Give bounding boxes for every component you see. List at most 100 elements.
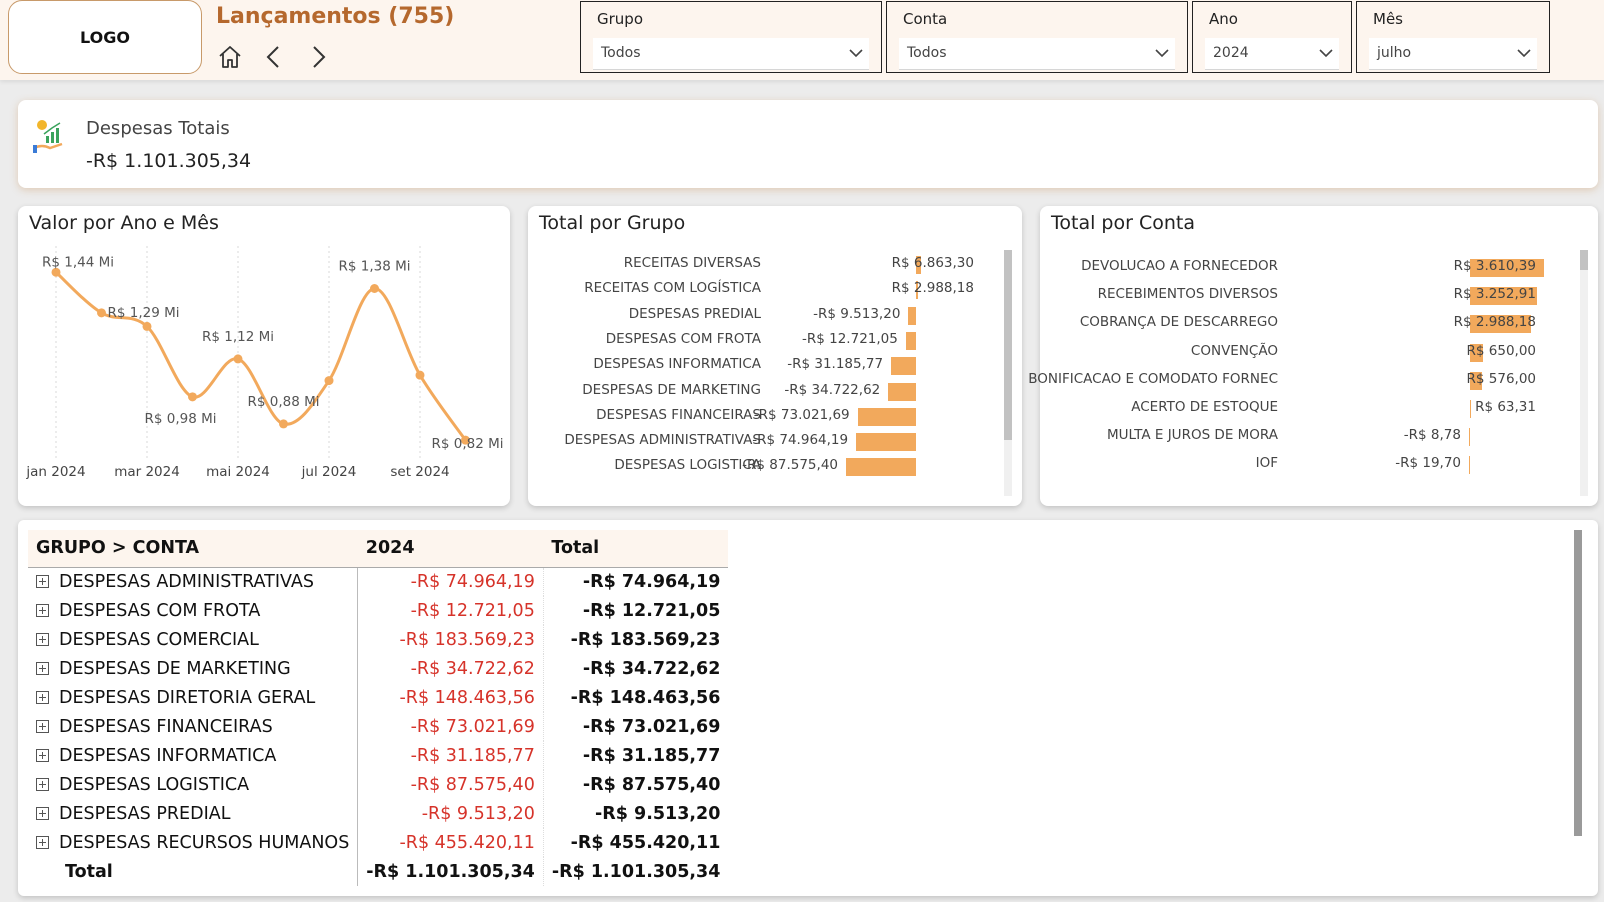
- expand-icon[interactable]: [36, 719, 49, 733]
- bar[interactable]: [1469, 428, 1470, 447]
- home-button[interactable]: [215, 42, 245, 72]
- data-point[interactable]: [279, 419, 288, 429]
- slicer-conta: Conta Todos: [886, 1, 1188, 73]
- table-row[interactable]: DESPESAS ADMINISTRATIVAS -R$ 74.964,19 -R$…: [28, 567, 729, 596]
- expand-icon[interactable]: [36, 748, 49, 762]
- row-name-cell: DESPESAS INFORMATICA: [28, 741, 358, 770]
- bar[interactable]: [1469, 456, 1470, 475]
- bar-value-label: R$ 3.610,39: [1453, 258, 1536, 274]
- expand-icon[interactable]: [36, 603, 49, 617]
- data-point[interactable]: [142, 321, 152, 331]
- bar-category-label: MULTA E JUROS DE MORA: [1106, 427, 1278, 444]
- data-point[interactable]: [233, 354, 243, 364]
- table-row[interactable]: DESPESAS DIRETORIA GERAL -R$ 148.463,56 -R…: [28, 683, 729, 712]
- row-total-value: -R$ 74.964,19: [542, 567, 729, 596]
- bar-category-label: DESPESAS FINANCEIRAS: [596, 406, 761, 423]
- bar[interactable]: [846, 458, 916, 477]
- bar-category-label: RECEBIMENTOS DIVERSOS: [1097, 286, 1278, 303]
- bar[interactable]: [908, 306, 916, 325]
- row-name-cell: DESPESAS DE MARKETING: [28, 654, 358, 683]
- table-row[interactable]: DESPESAS FINANCEIRAS -R$ 73.021,69 -R$ 73.…: [28, 712, 729, 741]
- x-tick-label: set 2024: [390, 464, 449, 480]
- data-point[interactable]: [188, 392, 197, 402]
- data-point[interactable]: [415, 370, 425, 380]
- column-header-2024[interactable]: 2024: [357, 530, 544, 568]
- row-2024-value: -R$ 74.964,19: [357, 567, 544, 596]
- forward-button[interactable]: [303, 42, 333, 72]
- row-2024-value: -R$ 183.569,23: [357, 625, 544, 654]
- bar-value-label: R$ 6.863,30: [891, 255, 974, 271]
- table-row[interactable]: DESPESAS DE MARKETING -R$ 34.722,62 -R$ 34…: [28, 654, 729, 683]
- conta-dropdown[interactable]: Todos: [899, 38, 1175, 70]
- data-label: R$ 1,38 Mi: [338, 259, 410, 275]
- scrollbar[interactable]: [1004, 250, 1012, 496]
- bar-value-label: R$ 2.988,18: [1453, 314, 1536, 331]
- bar[interactable]: [888, 382, 916, 401]
- bar[interactable]: [856, 433, 916, 452]
- bar-value-label: -R$ 31.185,77: [787, 356, 884, 373]
- grupo-dropdown[interactable]: Todos: [593, 38, 869, 70]
- bar-value-label: -R$ 87.575,40: [742, 457, 838, 474]
- data-point[interactable]: [324, 376, 334, 386]
- bar-value-label: -R$ 74.964,19: [752, 432, 849, 449]
- bar[interactable]: [891, 357, 916, 376]
- bar-value-label: R$ 576,00: [1466, 370, 1537, 387]
- table-row[interactable]: DESPESAS PREDIAL -R$ 9.513,20 -R$ 9.513,20: [28, 799, 729, 828]
- ano-dropdown[interactable]: 2024: [1205, 38, 1339, 70]
- chevron-right-icon: [313, 46, 326, 68]
- row-total-value: -R$ 183.569,23: [542, 625, 729, 654]
- expand-icon[interactable]: [36, 574, 49, 588]
- bar-category-label: RECEITAS DIVERSAS: [623, 255, 761, 271]
- bar-value-label: R$ 3.252,91: [1453, 286, 1536, 303]
- row-name: DESPESAS ADMINISTRATIVAS: [59, 571, 314, 592]
- bar-category-label: CONVENÇÃO: [1190, 342, 1278, 359]
- scrollbar[interactable]: [1574, 530, 1582, 888]
- expand-icon[interactable]: [36, 661, 49, 675]
- table-row[interactable]: DESPESAS COMERCIAL -R$ 183.569,23 -R$ 183.…: [28, 625, 729, 654]
- bar[interactable]: [857, 407, 916, 426]
- expand-icon[interactable]: [36, 632, 49, 646]
- bar-value-label: -R$ 19,70: [1395, 455, 1461, 472]
- scrollbar[interactable]: [1580, 250, 1588, 496]
- data-point[interactable]: [370, 284, 379, 293]
- table-row[interactable]: DESPESAS RECURSOS HUMANOS -R$ 455.420,11-…: [28, 828, 729, 857]
- bar-category-label: DESPESAS ADMINISTRATIVAS: [564, 432, 761, 449]
- row-name-cell: DESPESAS PREDIAL: [28, 799, 358, 828]
- bar-value-label: -R$ 34.722,62: [784, 381, 881, 398]
- expand-icon[interactable]: [36, 690, 49, 704]
- column-header-grupo-conta[interactable]: GRUPO > CONTA: [28, 530, 358, 568]
- bar[interactable]: [1470, 400, 1472, 418]
- bar-category-label: DESPESAS COM FROTA: [605, 330, 761, 347]
- table-row[interactable]: DESPESAS INFORMATICA -R$ 31.185,77 -R$ 31.…: [28, 741, 729, 770]
- table-row[interactable]: DESPESAS LOGISTICA -R$ 87.575,40 -R$ 87.57…: [28, 770, 729, 799]
- scrollbar-thumb[interactable]: [1580, 250, 1588, 270]
- expand-icon[interactable]: [36, 835, 49, 849]
- expand-icon[interactable]: [36, 777, 49, 791]
- data-point[interactable]: [97, 308, 106, 318]
- kpi-label: Despesas Totais: [86, 118, 230, 139]
- slicer-ano: Ano 2024: [1192, 1, 1352, 73]
- table-row[interactable]: DESPESAS COM FROTA -R$ 12.721,05 -R$ 12.72…: [28, 596, 729, 625]
- row-name: DESPESAS FINANCEIRAS: [59, 716, 273, 737]
- mes-dropdown[interactable]: julho: [1369, 38, 1537, 70]
- back-button[interactable]: [259, 42, 289, 72]
- ano-value: 2024: [1213, 45, 1249, 61]
- bar[interactable]: [905, 331, 916, 350]
- home-icon: [219, 46, 241, 68]
- scrollbar-thumb[interactable]: [1574, 530, 1582, 836]
- scrollbar-thumb[interactable]: [1004, 250, 1012, 440]
- slicer-label: Mês: [1373, 10, 1403, 28]
- mes-value: julho: [1377, 45, 1412, 61]
- bar-value-label: -R$ 73.021,69: [753, 406, 850, 423]
- expand-icon[interactable]: [36, 806, 49, 820]
- column-header-total[interactable]: Total: [543, 530, 729, 568]
- bar-category-label: DESPESAS DE MARKETING: [582, 381, 761, 398]
- line-chart-card: Valor por Ano e Mês jan 2024 mar 2024 mai …: [18, 206, 510, 506]
- row-name-cell: DESPESAS COMERCIAL: [28, 625, 358, 654]
- row-total-value: -R$ 87.575,40: [542, 770, 729, 799]
- row-name: DESPESAS DE MARKETING: [59, 658, 291, 679]
- row-2024-value: -R$ 148.463,56: [357, 683, 544, 712]
- data-label: R$ 0,82 Mi: [431, 436, 503, 452]
- kpi-card-despesas: Despesas Totais -R$ 1.101.305,34: [18, 100, 1598, 188]
- data-label: R$ 0,88 Mi: [247, 394, 319, 410]
